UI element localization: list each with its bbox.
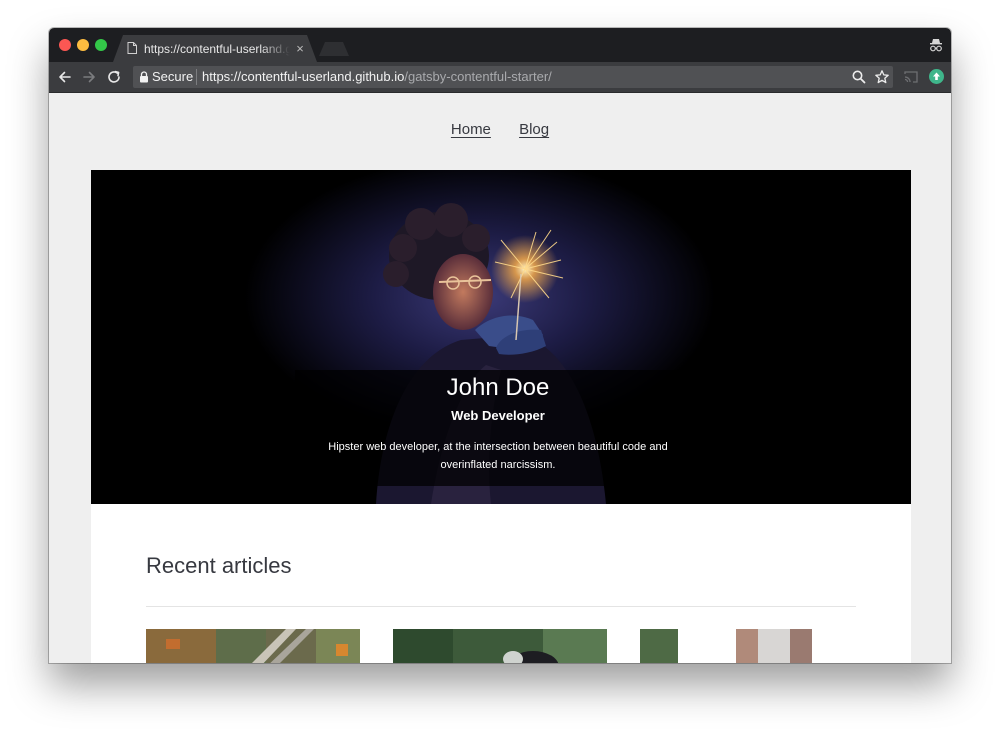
hero-role: Web Developer [451, 408, 545, 423]
section-title: Recent articles [146, 553, 292, 578]
arrow-left-icon[interactable] [57, 69, 73, 85]
secure-label: Secure [152, 69, 194, 84]
star-icon[interactable] [874, 69, 890, 85]
nav-link-home[interactable]: Home [451, 121, 491, 138]
arrow-right-icon[interactable] [81, 69, 97, 85]
browser-window: https://contentful-userland.github.io/ga… [49, 28, 951, 663]
nav-link-blog[interactable]: Blog [519, 121, 549, 138]
page-viewport[interactable]: Home Blog John Doe Web Developer Hipster… [49, 93, 951, 663]
recent-articles-section: Recent articles [91, 504, 911, 663]
hero-bio: Hipster web developer, at the intersecti… [328, 441, 668, 471]
article-image [146, 629, 360, 663]
tab-title: https://contentful-userland.github.io/ga… [144, 42, 290, 56]
article-thumbnail[interactable] [640, 629, 812, 663]
incognito-icon[interactable] [929, 37, 943, 53]
extension-button[interactable] [929, 69, 944, 84]
url-text[interactable]: https://contentful-userland.github.io/ga… [202, 68, 552, 86]
browser-toolbar: Secure https://contentful-userland.githu… [49, 62, 951, 93]
close-window-button[interactable] [59, 39, 71, 51]
reload-icon[interactable] [106, 69, 122, 85]
tab-close-button[interactable]: × [293, 41, 307, 57]
hero-name: John Doe [446, 374, 550, 401]
address-bar[interactable]: Secure https://contentful-userland.githu… [133, 66, 893, 88]
new-tab-button[interactable] [319, 42, 349, 56]
hero-banner: John Doe Web Developer Hipster web devel… [91, 170, 911, 504]
url-host: https://contentful-userland.github.io [202, 69, 405, 84]
url-path: /gatsby-contentful-starter/ [404, 69, 552, 84]
browser-tab-active[interactable]: https://contentful-userland.github.io/ga… [113, 35, 317, 62]
article-image [640, 629, 812, 663]
article-thumbnail[interactable] [146, 629, 360, 663]
maximize-window-button[interactable] [95, 39, 107, 51]
cast-icon[interactable] [903, 69, 919, 85]
section-divider [146, 606, 856, 607]
arrow-up-icon [933, 72, 940, 80]
magnifier-icon[interactable] [851, 69, 867, 85]
tab-strip: https://contentful-userland.github.io/ga… [49, 28, 951, 62]
minimize-window-button[interactable] [77, 39, 89, 51]
article-image [393, 629, 607, 663]
site-nav: Home Blog [49, 121, 951, 145]
article-thumbnail[interactable] [393, 629, 607, 663]
page-icon [127, 42, 137, 54]
lock-icon [140, 71, 148, 83]
hero-caption: John Doe Web Developer Hipster web devel… [295, 370, 701, 486]
omnibox-separator [196, 69, 197, 85]
